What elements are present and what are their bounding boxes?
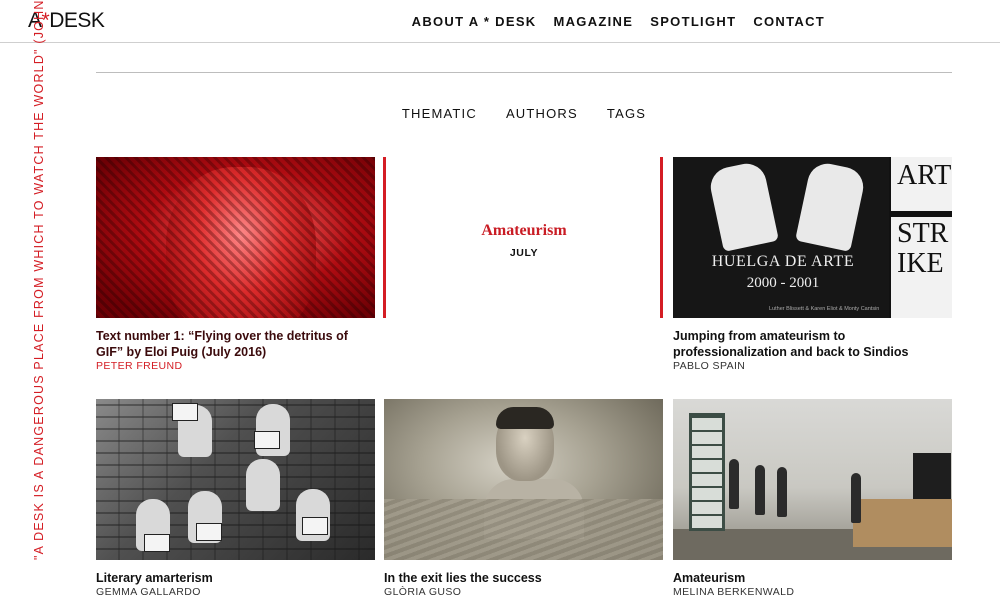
article-image[interactable] <box>96 157 375 318</box>
tab-authors[interactable]: AUTHORS <box>506 106 578 121</box>
article-image[interactable]: HUELGA DE ARTE 2000 - 2001 Luther Blisse… <box>673 157 952 318</box>
article-image[interactable] <box>384 399 663 560</box>
poster-credit: Luther Blissett & Karen Eliot & Monty Ca… <box>769 306 880 312</box>
article-card[interactable]: In the exit lies the success GLÒRIA GUSO <box>384 399 663 606</box>
top-bar: A*DESK ABOUT A * DESK MAGAZINE SPOTLIGHT… <box>0 0 1000 43</box>
poster-strike: STR IKE <box>897 218 949 279</box>
nav-contact[interactable]: CONTACT <box>753 14 825 29</box>
nav-about[interactable]: ABOUT A * DESK <box>412 14 537 29</box>
article-card[interactable]: Amateurism MELINA BERKENWALD <box>673 399 952 606</box>
article-image[interactable] <box>673 399 952 560</box>
article-author[interactable]: GEMMA GALLARDO <box>96 586 201 598</box>
article-author[interactable]: MELINA BERKENWALD <box>673 586 794 598</box>
feature-title[interactable]: Amateurism <box>386 222 662 240</box>
article-card[interactable]: Literary amarterism GEMMA GALLARDO <box>96 399 375 606</box>
sub-nav: THEMATIC AUTHORS TAGS <box>0 106 1000 121</box>
feature-subtitle: JULY <box>509 247 539 259</box>
nav-spotlight[interactable]: SPOTLIGHT <box>650 14 736 29</box>
tab-tags[interactable]: TAGS <box>607 106 646 121</box>
poster-years: 2000 - 2001 <box>746 275 820 291</box>
tab-thematic[interactable]: THEMATIC <box>402 106 477 121</box>
article-author[interactable]: PETER FREUND <box>96 360 182 372</box>
article-author[interactable]: PABLO SPAIN <box>673 360 745 372</box>
article-title[interactable]: Literary amarterism <box>96 570 366 586</box>
feature-heading: Amateurism JULY <box>386 157 662 318</box>
accent-rule <box>660 157 663 318</box>
nav-magazine[interactable]: MAGAZINE <box>553 14 633 29</box>
article-card[interactable]: Text number 1: “Flying over the detritus… <box>96 157 375 372</box>
article-title[interactable]: Text number 1: “Flying over the detritus… <box>96 328 366 360</box>
logo-suffix: DESK <box>49 9 105 32</box>
poster-art: ART <box>897 160 952 191</box>
article-card[interactable]: HUELGA DE ARTE 2000 - 2001 Luther Blisse… <box>673 157 952 372</box>
article-title[interactable]: Amateurism <box>673 570 943 586</box>
section-divider <box>96 72 952 73</box>
article-title[interactable]: Jumping from amateurism to professionali… <box>673 328 943 360</box>
article-title[interactable]: In the exit lies the success <box>384 570 654 586</box>
article-image[interactable] <box>96 399 375 560</box>
main-nav: ABOUT A * DESK MAGAZINE SPOTLIGHT CONTAC… <box>412 14 825 29</box>
article-author[interactable]: GLÒRIA GUSO <box>384 586 461 598</box>
poster-text: HUELGA DE ARTE <box>711 253 855 270</box>
